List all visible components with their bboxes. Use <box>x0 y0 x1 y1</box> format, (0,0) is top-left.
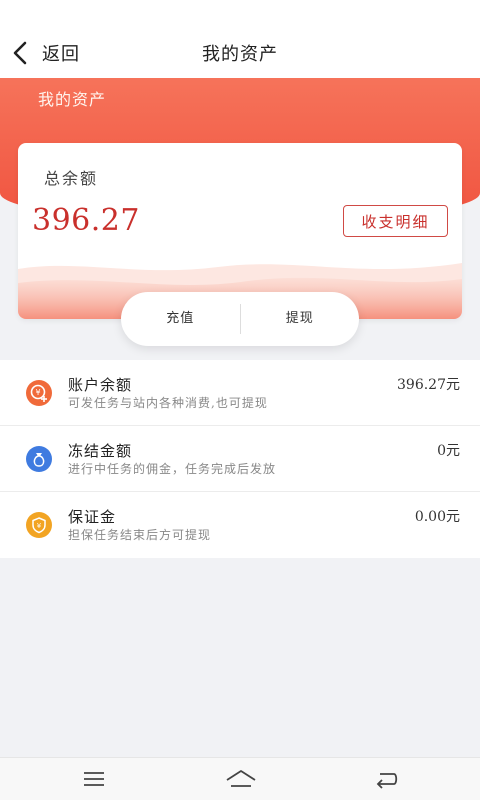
row-value: 0元 <box>437 443 460 459</box>
coin-plus-icon: ¥ <box>26 380 52 406</box>
top-bar: 返回 我的资产 <box>0 0 480 78</box>
page-title: 我的资产 <box>202 44 278 65</box>
row-description: 担保任务结束后方可提现 <box>68 528 212 542</box>
list-item-frozen-amount[interactable]: 冻结金额 进行中任务的佣金，任务完成后发放 0元 <box>0 426 480 492</box>
home-icon[interactable] <box>224 766 258 792</box>
row-description: 可发任务与站内各种消费,也可提现 <box>68 396 268 410</box>
row-description: 进行中任务的佣金，任务完成后发放 <box>68 462 277 476</box>
row-title: 冻结金额 <box>68 442 133 460</box>
withdraw-button[interactable]: 提现 <box>241 292 360 346</box>
action-pill: 充值 提现 <box>121 292 359 346</box>
hero-title: 我的资产 <box>38 90 107 109</box>
money-bag-icon <box>26 446 52 472</box>
shield-icon: ¥ <box>26 512 52 538</box>
list-item-deposit[interactable]: ¥ 保证金 担保任务结束后方可提现 0.00元 <box>0 492 480 558</box>
svg-text:¥: ¥ <box>37 522 42 530</box>
back-nav-icon[interactable] <box>372 766 400 792</box>
total-balance-amount: 396.27 <box>32 203 140 238</box>
row-title: 账户余额 <box>68 376 133 394</box>
svg-text:¥: ¥ <box>35 388 40 397</box>
recharge-button[interactable]: 充值 <box>121 292 240 346</box>
row-value: 396.27元 <box>397 377 460 393</box>
transaction-detail-button[interactable]: 收支明细 <box>343 205 448 237</box>
system-nav-bar <box>0 757 480 800</box>
row-value: 0.00元 <box>414 509 460 525</box>
account-list: ¥ 账户余额 可发任务与站内各种消费,也可提现 396.27元 冻结金额 进行中… <box>0 360 480 558</box>
list-item-account-balance[interactable]: ¥ 账户余额 可发任务与站内各种消费,也可提现 396.27元 <box>0 360 480 426</box>
total-balance-label: 总余额 <box>44 169 99 188</box>
menu-icon[interactable] <box>80 766 108 792</box>
row-title: 保证金 <box>68 508 117 526</box>
